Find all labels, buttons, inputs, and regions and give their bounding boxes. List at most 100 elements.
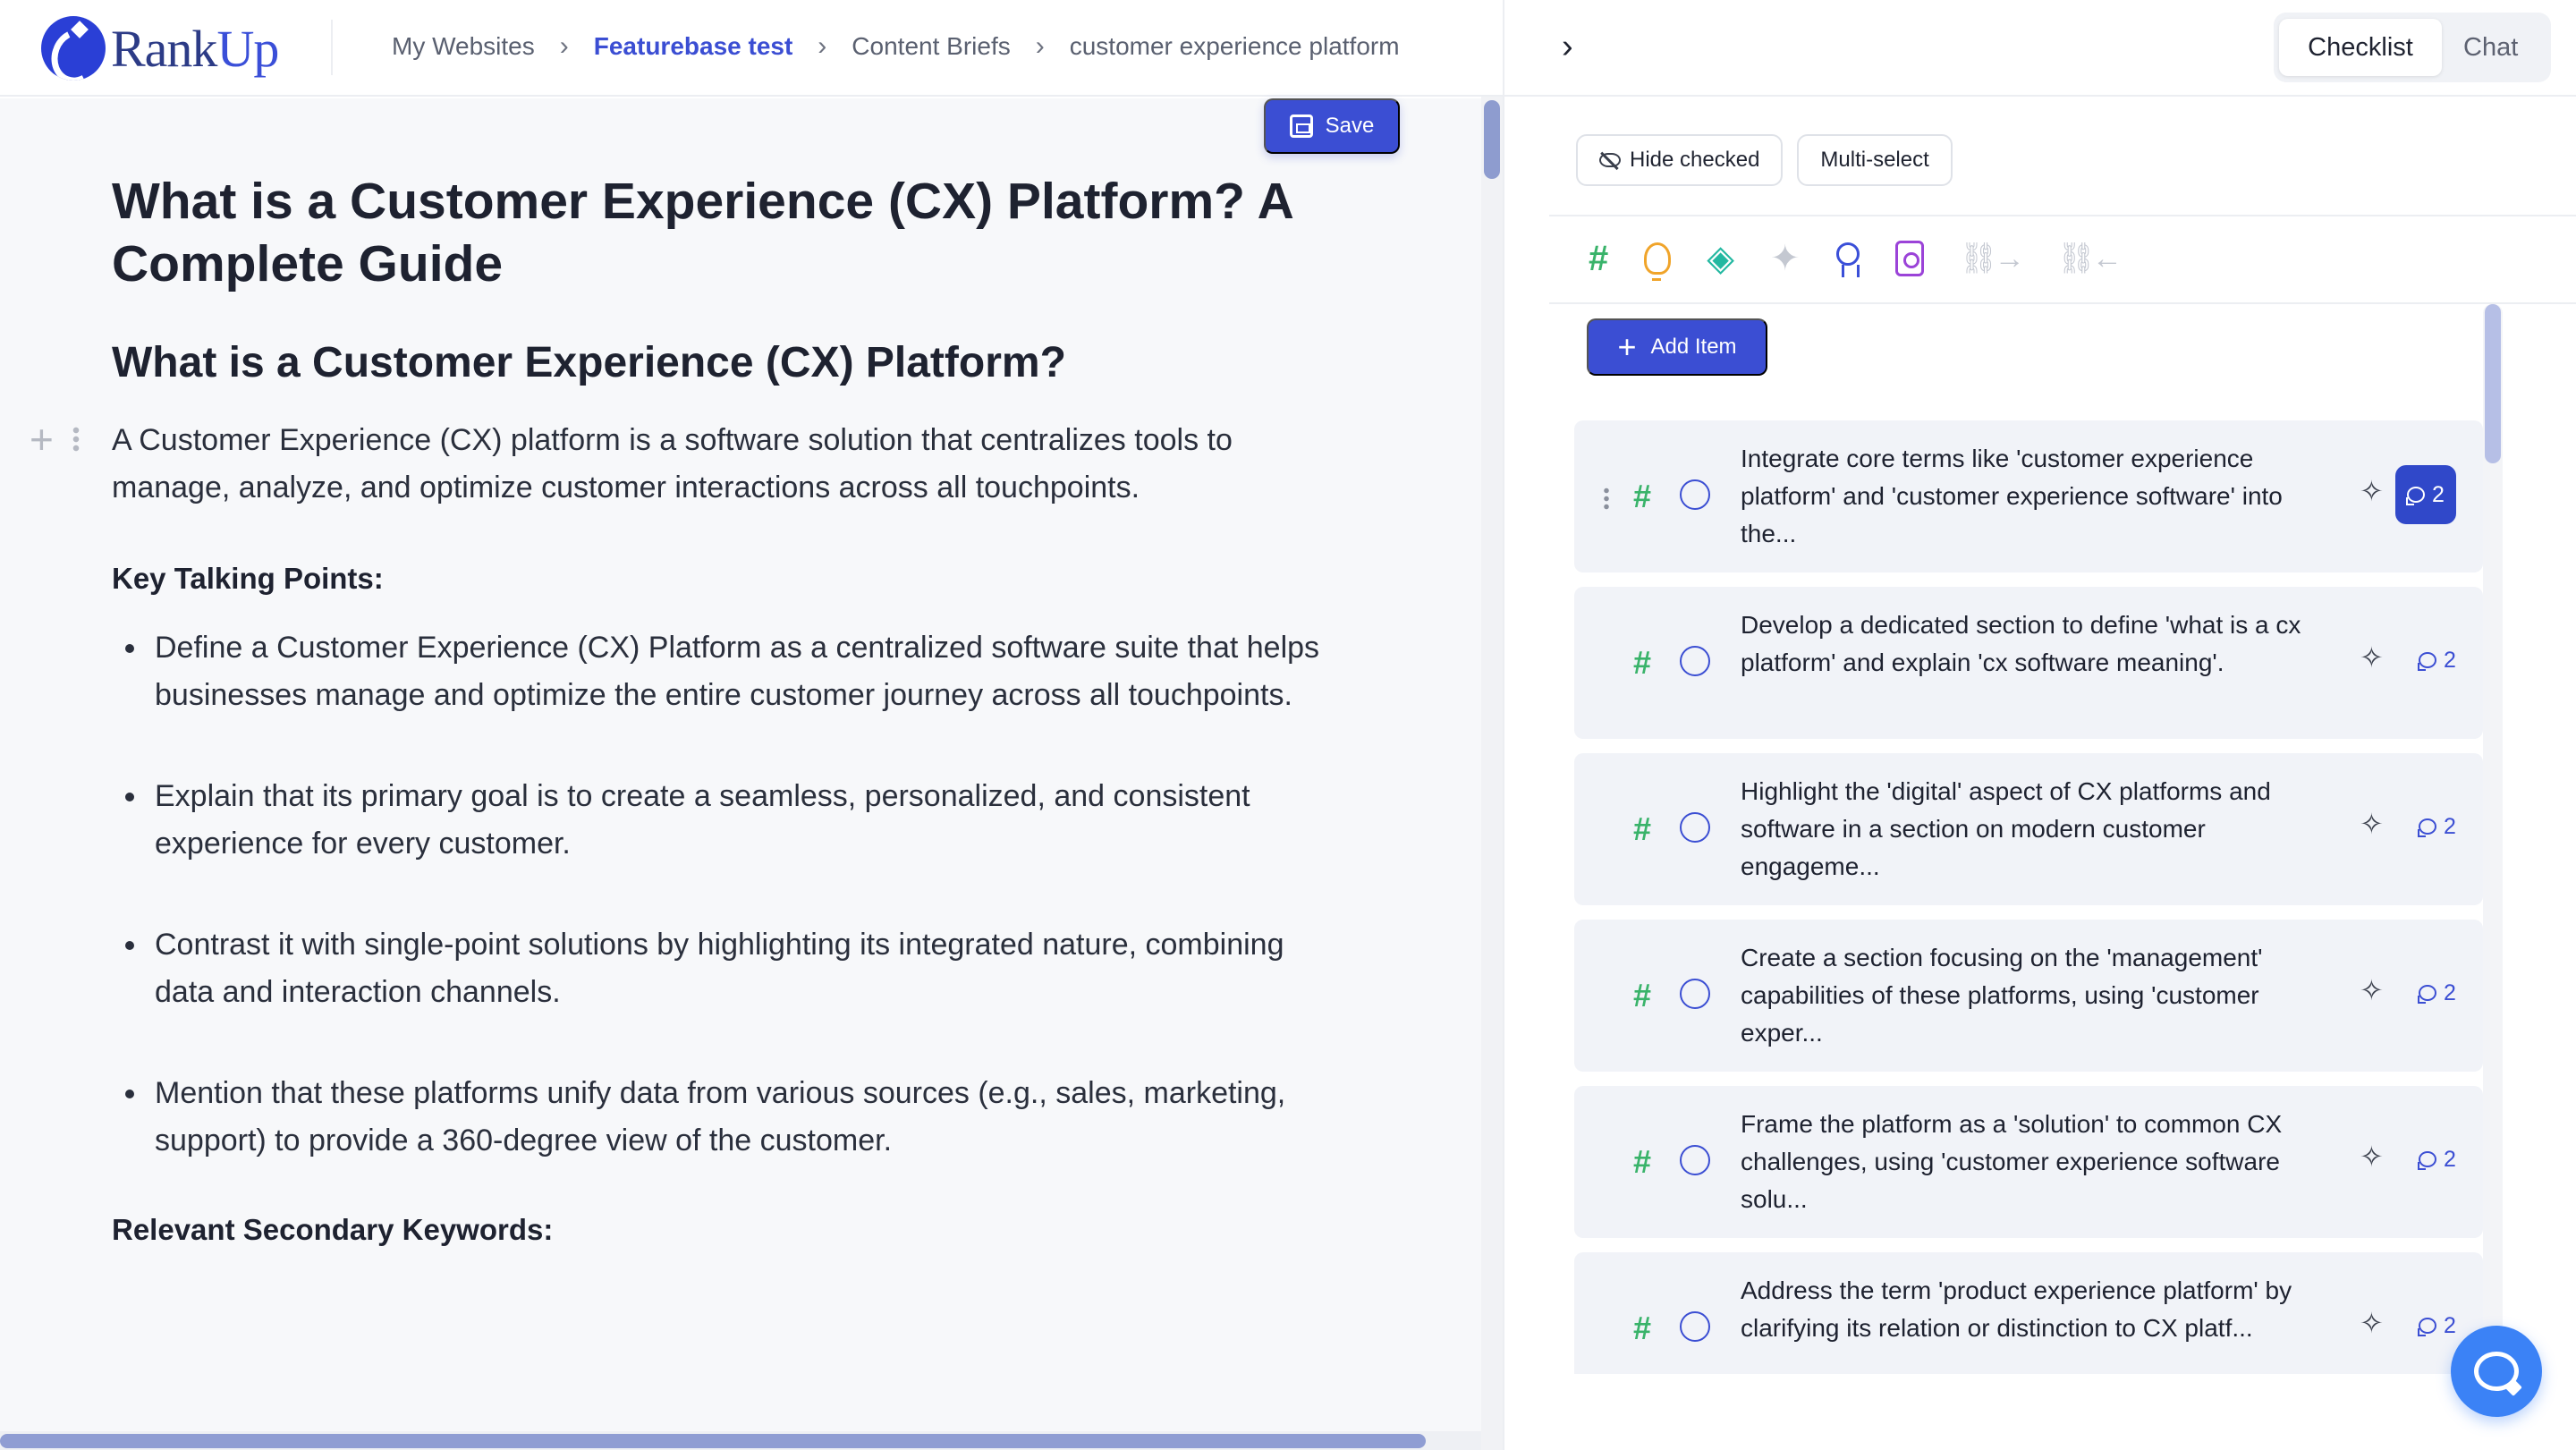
- chevron-right-icon: ›: [818, 31, 827, 61]
- comment-icon: [2418, 1151, 2436, 1170]
- document-title[interactable]: What is a Customer Experience (CX) Platf…: [112, 170, 1346, 295]
- hashtag-icon: #: [1633, 1143, 1652, 1180]
- gem-icon[interactable]: ◈: [1707, 241, 1734, 276]
- list-item[interactable]: Contrast it with single-point solutions …: [125, 921, 1328, 1016]
- section-heading[interactable]: What is a Customer Experience (CX) Platf…: [112, 336, 1328, 390]
- rankup-logo[interactable]: RankUp: [41, 14, 279, 82]
- comments-button[interactable]: 2: [2411, 639, 2463, 682]
- list-item[interactable]: Explain that its primary goal is to crea…: [125, 773, 1328, 868]
- multi-select-button[interactable]: Multi-select: [1797, 134, 1953, 186]
- item-checkbox[interactable]: [1680, 812, 1710, 843]
- ai-sparkle-icon[interactable]: ✧: [2360, 640, 2384, 674]
- tab-chat[interactable]: Chat: [2442, 19, 2539, 76]
- comment-icon: [2418, 652, 2436, 671]
- logo-text: RankUp: [111, 19, 279, 78]
- outbound-link-icon[interactable]: ⛓→: [1960, 241, 2025, 276]
- list-item[interactable]: Define a Customer Experience (CX) Platfo…: [125, 624, 1328, 719]
- lightbulb-icon[interactable]: [1644, 242, 1672, 281]
- breadcrumb-content-briefs[interactable]: Content Briefs: [852, 32, 1010, 61]
- checklist-item[interactable]: # Create a section focusing on the 'mana…: [1574, 920, 2483, 1072]
- award-icon[interactable]: [1835, 242, 1860, 277]
- breadcrumb-current-brief: customer experience platform: [1069, 32, 1400, 60]
- comment-count: 2: [2444, 1312, 2456, 1338]
- topbar-divider: [331, 20, 333, 75]
- ai-sparkle-icon[interactable]: ✧: [2360, 474, 2384, 508]
- logo-mark-icon: [41, 16, 106, 81]
- ai-sparkle-icon[interactable]: ✧: [2360, 1306, 2384, 1340]
- checklist-filters: Hide checked Multi-select: [1576, 134, 1953, 186]
- comments-button[interactable]: 2: [2395, 465, 2456, 524]
- block-tools: +: [30, 419, 82, 460]
- ai-sparkle-icon[interactable]: ✧: [2360, 973, 2384, 1007]
- comment-icon: [2418, 1318, 2436, 1336]
- add-block-icon[interactable]: +: [30, 419, 54, 460]
- hashtag-icon: #: [1633, 478, 1652, 514]
- hide-checked-button[interactable]: Hide checked: [1576, 134, 1784, 186]
- item-checkbox[interactable]: [1680, 479, 1710, 510]
- talking-points-list: Define a Customer Experience (CX) Platfo…: [112, 624, 1328, 1165]
- editor-content[interactable]: What is a Customer Experience (CX) Platf…: [30, 170, 1328, 1247]
- breadcrumb-my-websites[interactable]: My Websites: [392, 32, 535, 61]
- list-item[interactable]: Mention that these platforms unify data …: [125, 1070, 1328, 1165]
- editor-horizontal-scroll-thumb[interactable]: [0, 1434, 1426, 1448]
- comment-icon: [2418, 985, 2436, 1004]
- comments-button[interactable]: 2: [2411, 1138, 2463, 1181]
- chevron-right-icon: ›: [1035, 31, 1045, 61]
- inbound-link-icon[interactable]: ⛓←: [2057, 241, 2123, 276]
- item-text: Highlight the 'digital' aspect of CX pla…: [1741, 777, 2271, 880]
- top-bar: RankUp My Websites › Featurebase test › …: [0, 0, 1503, 97]
- item-text: Frame the platform as a 'solution' to co…: [1741, 1110, 2283, 1213]
- key-talking-points-label[interactable]: Key Talking Points:: [112, 562, 1328, 596]
- ai-sparkle-icon[interactable]: ✧: [2360, 1140, 2384, 1174]
- item-checkbox[interactable]: [1680, 1311, 1710, 1342]
- checklist-item[interactable]: # Frame the platform as a 'solution' to …: [1574, 1086, 2483, 1238]
- drag-handle-icon[interactable]: [1601, 487, 1612, 510]
- checklist-item[interactable]: # Highlight the 'digital' aspect of CX p…: [1574, 753, 2483, 905]
- chevron-right-icon[interactable]: ›: [1562, 29, 1573, 64]
- comment-count: 2: [2444, 979, 2456, 1005]
- panel-header: › Checklist Chat: [1504, 0, 2576, 97]
- breadcrumb-featurebase-test[interactable]: Featurebase test: [594, 32, 793, 61]
- hide-checked-label: Hide checked: [1630, 148, 1760, 172]
- checklist-scroll-thumb[interactable]: [2485, 304, 2501, 463]
- document-search-icon[interactable]: [1894, 241, 1924, 276]
- tab-checklist[interactable]: Checklist: [2279, 19, 2442, 76]
- comments-button[interactable]: 2: [2411, 1304, 2463, 1347]
- save-button[interactable]: Save: [1264, 98, 1400, 154]
- intro-paragraph[interactable]: + A Customer Experience (CX) platform is…: [30, 417, 1328, 512]
- item-checkbox[interactable]: [1680, 979, 1710, 1009]
- drag-handle-icon[interactable]: [69, 426, 82, 453]
- support-chat-button[interactable]: [2451, 1326, 2542, 1417]
- item-checkbox[interactable]: [1680, 646, 1710, 676]
- plus-icon: +: [1617, 328, 1637, 365]
- comments-button[interactable]: 2: [2411, 971, 2463, 1014]
- comment-icon: [2406, 487, 2426, 505]
- editor-vertical-scroll-thumb[interactable]: [1484, 100, 1500, 179]
- comment-count: 2: [2432, 481, 2445, 507]
- intro-text: A Customer Experience (CX) platform is a…: [112, 423, 1233, 505]
- hashtag-icon: #: [1633, 1310, 1652, 1346]
- comments-button[interactable]: 2: [2411, 805, 2463, 848]
- divider: [1549, 302, 2576, 304]
- add-item-button[interactable]: + Add Item: [1587, 318, 1767, 376]
- checklist-item[interactable]: # Develop a dedicated section to define …: [1574, 587, 2483, 739]
- ai-sparkle-icon[interactable]: ✧: [2360, 807, 2384, 841]
- document-editor[interactable]: What is a Customer Experience (CX) Platf…: [0, 98, 1481, 1431]
- sparkle-icon[interactable]: ✦: [1770, 241, 1801, 276]
- checklist-item[interactable]: # Integrate core terms like 'customer ex…: [1574, 420, 2483, 572]
- save-label: Save: [1325, 114, 1375, 138]
- hashtag-icon: #: [1633, 644, 1652, 681]
- editor-vertical-scrollbar[interactable]: [1481, 97, 1503, 1450]
- secondary-keywords-label[interactable]: Relevant Secondary Keywords:: [112, 1213, 1328, 1247]
- eye-off-icon: [1599, 153, 1621, 167]
- hashtag-icon[interactable]: #: [1589, 241, 1608, 276]
- item-checkbox[interactable]: [1680, 1145, 1710, 1175]
- comment-count: 2: [2444, 813, 2456, 839]
- multi-select-label: Multi-select: [1820, 148, 1929, 172]
- hashtag-icon: #: [1633, 810, 1652, 847]
- panel-tab-switcher: Checklist Chat: [2274, 13, 2551, 82]
- checklist-items: # Integrate core terms like 'customer ex…: [1574, 420, 2483, 1419]
- checklist-scrollbar[interactable]: [2483, 304, 2503, 1378]
- item-text: Develop a dedicated section to define 'w…: [1741, 611, 2301, 676]
- comment-icon: [2418, 818, 2436, 837]
